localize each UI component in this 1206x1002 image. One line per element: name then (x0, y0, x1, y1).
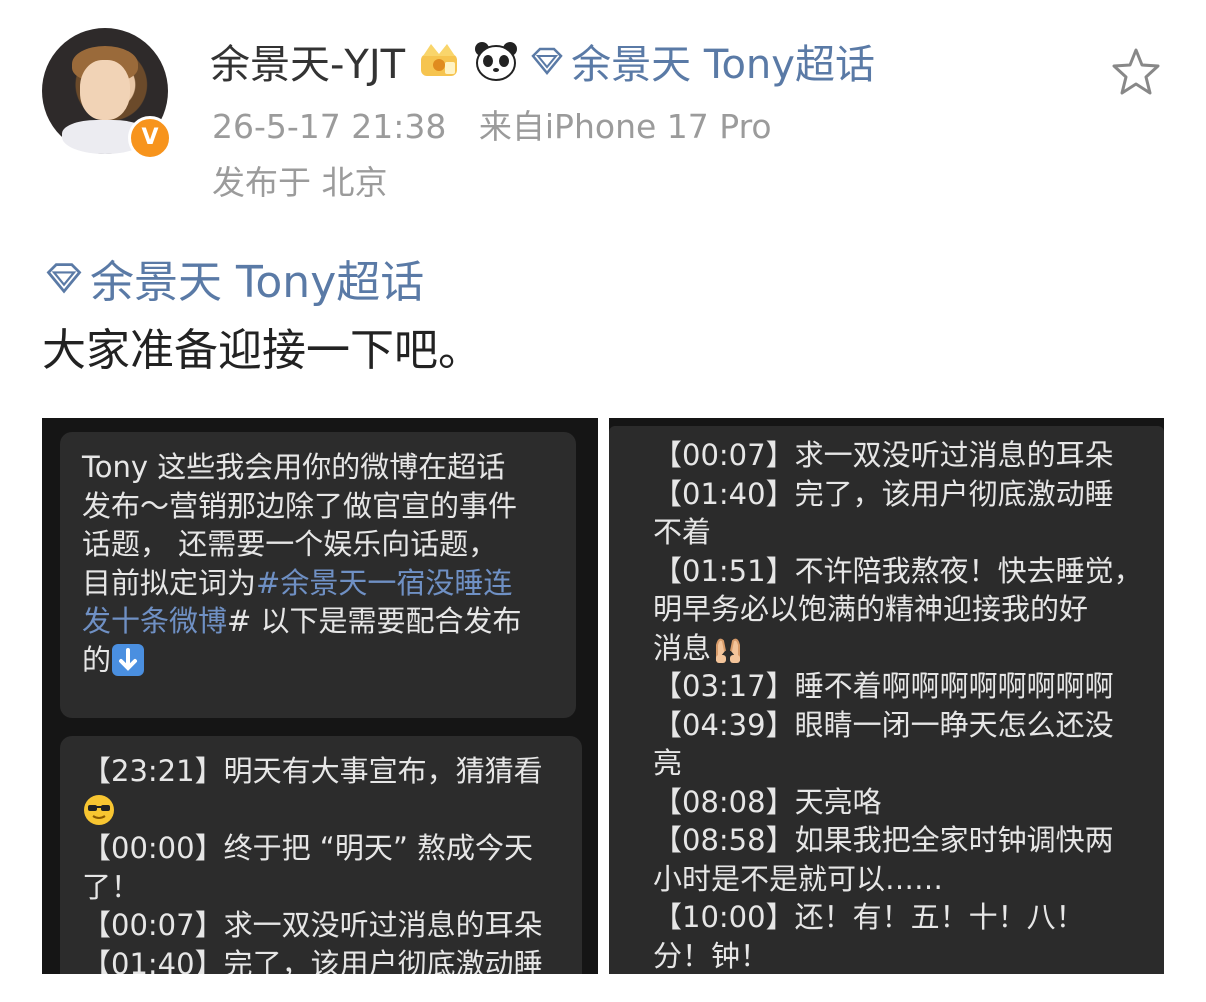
hashtag[interactable]: #余景天一宿没睡连 (256, 566, 512, 600)
bubble3-line: 【03:17】睡不着啊啊啊啊啊啊啊啊 (653, 669, 1114, 703)
sunglasses-emoji-icon (84, 794, 114, 825)
user-header: 余景天-YJT 余景天 Tony超话 (210, 36, 875, 88)
bubble2-line: 了！ (82, 869, 141, 904)
bubble1-line: 发十条微博# 以下是需要配合发布 (82, 602, 554, 641)
post-location: 发布于 北京 (212, 163, 388, 202)
post-topic-link[interactable]: 余景天 Tony超话 (44, 246, 424, 310)
star-icon[interactable] (1110, 46, 1162, 98)
bubble3-line: 【10:00】还！有！五！十！八！ (653, 900, 1085, 934)
bubble1-line: 发布～营销那边除了做官宣的事件 (82, 488, 518, 523)
bubble1-line: Tony 这些我会用你的微博在超话 (82, 450, 506, 484)
bubble1-line: 目前拟定词为#余景天一宿没睡连 (82, 564, 554, 603)
bubble3-line: 小时是不是就可以…… (653, 861, 944, 896)
bubble1-text: 的 (82, 642, 112, 677)
bubble2-line: 【01:40】完了，该用户彻底激动睡 (82, 946, 543, 975)
bubble3-line: 【08:08】天亮咯 (653, 784, 882, 819)
gem-icon (531, 47, 563, 75)
bubble3-line: 【04:39】眼睛一闭一睁天怎么还没 (653, 707, 1114, 742)
bubble3-line: 【01:51】不许陪我熬夜！快去睡觉， (653, 553, 1143, 588)
down-arrow-icon (112, 643, 145, 676)
username[interactable]: 余景天-YJT (210, 32, 405, 90)
topic-link-header-label[interactable]: 余景天 Tony超话 (571, 32, 875, 90)
bubble3-line: 【08:58】如果我把全家时钟调快两 (653, 823, 1114, 857)
bubble2-line: 【23:21】明天有大事宣布，猜猜看 (82, 754, 543, 788)
bubble2-line: 【00:00】终于把 “明天” 熬成今天 (82, 831, 534, 865)
raised-hands-emoji-icon (716, 638, 741, 663)
chat-bubble-2: 【23:21】明天有大事宣布，猜猜看 【00:00】终于把 “明天” 熬成今天 … (60, 736, 582, 974)
bubble1-line: 话题， 还需要一个娱乐向话题， (82, 527, 498, 561)
panda-icon (475, 42, 518, 81)
post-text: 大家准备迎接一下吧。 (42, 325, 482, 376)
bubble3-line: 明早务必以饱满的精神迎接我的好 (653, 592, 1089, 626)
bubble3-line: 分！钟！ (653, 938, 770, 973)
bubble1-text: 目前拟定词为 (82, 565, 257, 600)
post-meta: 26-5-17 21:38 来自iPhone 17 Pro (212, 100, 772, 148)
avatar-face (80, 60, 130, 120)
hashtag[interactable]: 发十条微博 (82, 604, 227, 638)
verified-badge: V (128, 116, 172, 160)
post-image-left[interactable]: Tony 这些我会用你的微博在超话 发布～营销那边除了做官宣的事件 话题， 还需… (42, 418, 598, 974)
bubble3-line: 【01:40】完了，该用户彻底激动睡 (653, 476, 1114, 511)
post-image-right[interactable]: 【00:07】求一双没听过消息的耳朵 【01:40】完了，该用户彻底激动睡 不着… (609, 418, 1164, 974)
bubble3-line: 消息 (653, 629, 1124, 668)
bubble1-text: # 以下是需要配合发布 (227, 604, 522, 638)
post-time: 26-5-17 21:38 (212, 107, 447, 146)
gem-icon (46, 263, 82, 294)
chat-bubble-3: 【00:07】求一双没听过消息的耳朵 【01:40】完了，该用户彻底激动睡 不着… (609, 426, 1164, 974)
bubble3-line: 【00:07】求一双没听过消息的耳朵 (653, 438, 1114, 472)
bubble2-line: 【00:07】求一双没听过消息的耳朵 (82, 908, 543, 942)
post-source: 来自iPhone 17 Pro (478, 107, 772, 146)
bubble2-line (82, 791, 560, 830)
bubble1-line: 的 (82, 641, 554, 680)
bubble3-line: 不着 (653, 515, 712, 549)
crown-icon (421, 44, 458, 76)
post-topic-label[interactable]: 余景天 Tony超话 (90, 246, 424, 310)
chat-bubble-1: Tony 这些我会用你的微博在超话 发布～营销那边除了做官宣的事件 话题， 还需… (60, 432, 576, 718)
bubble3-line: 亮 (653, 746, 683, 780)
topic-link-header[interactable]: 余景天 Tony超话 (529, 32, 875, 90)
bubble3-text: 消息 (653, 630, 712, 665)
